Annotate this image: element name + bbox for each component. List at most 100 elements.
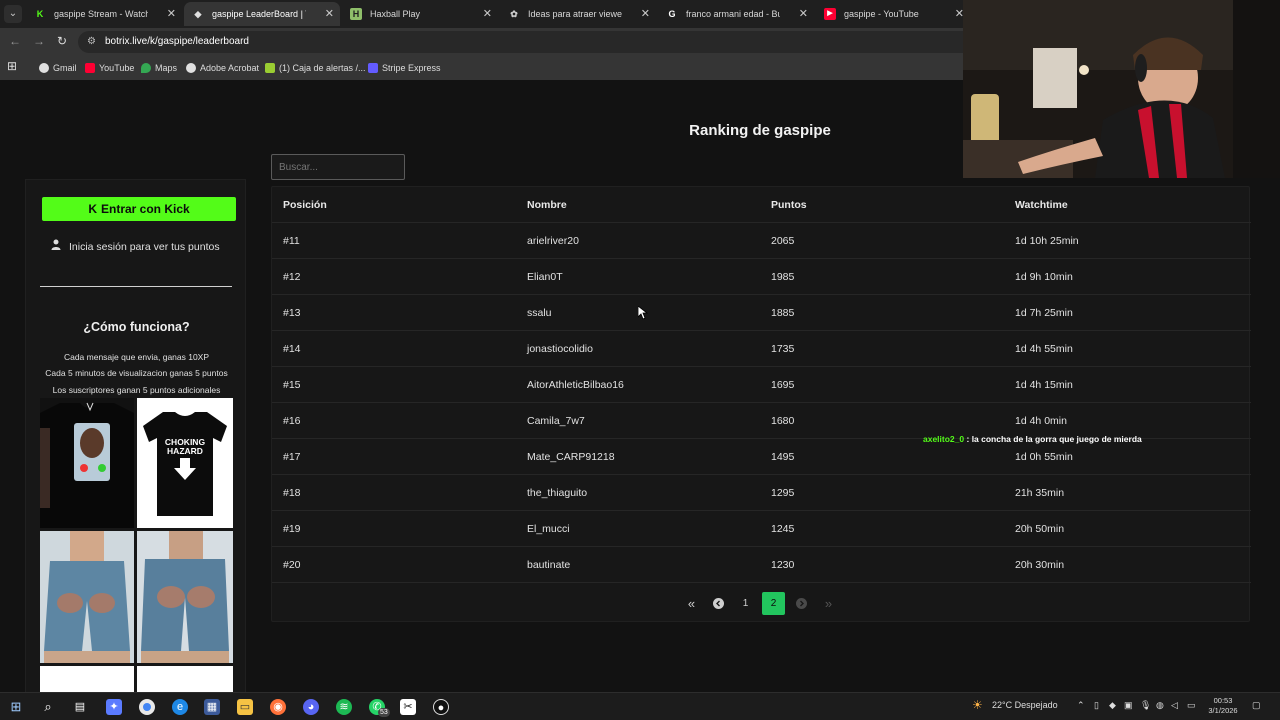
tab-google-search[interactable]: G franco armani edad - Buscar con Google… <box>658 2 814 26</box>
bookmark-stripe[interactable]: Stripe Express <box>368 61 441 75</box>
address-bar[interactable]: ⚙ botrix.live/k/gaspipe/leaderboard <box>78 31 978 53</box>
bookmark-maps[interactable]: Maps <box>141 61 177 75</box>
obs-icon[interactable]: ● <box>433 699 449 715</box>
close-tab-icon[interactable]: ✕ <box>799 2 808 26</box>
kick-icon: K <box>88 202 97 216</box>
table-row[interactable]: #20 bautinate 1230 20h 30min <box>272 547 1251 583</box>
close-tab-icon[interactable]: ✕ <box>483 2 492 26</box>
rank-cell: #20 <box>283 559 301 571</box>
back-icon[interactable]: ← <box>9 34 21 48</box>
merch-shorts-image[interactable] <box>40 531 134 663</box>
copilot-icon[interactable]: ✦ <box>106 699 122 715</box>
column-header-name[interactable]: Nombre <box>527 187 567 223</box>
last-page-icon[interactable]: » <box>817 592 840 615</box>
tab-kick-stream[interactable]: K gaspipe Stream - Watch Live on Kick ✕ <box>26 2 182 26</box>
watchtime-cell: 1d 7h 25min <box>1015 307 1073 319</box>
table-row[interactable]: #13 ssalu 1885 1d 7h 25min <box>272 295 1251 331</box>
rank-cell: #18 <box>283 487 301 499</box>
watchtime-cell: 1d 10h 25min <box>1015 235 1079 247</box>
merch-shirt-choking-hazard-image[interactable]: CHOKING HAZARD <box>137 398 233 528</box>
network-icon[interactable]: ◍ <box>1156 700 1164 711</box>
table-row[interactable]: #18 the_thiaguito 1295 21h 35min <box>272 475 1251 511</box>
battery-icon[interactable]: ▭ <box>1187 700 1196 711</box>
username-cell: ssalu <box>527 307 552 319</box>
watchtime-cell: 1d 4h 15min <box>1015 379 1073 391</box>
search-icon[interactable]: ⌕ <box>40 699 56 715</box>
points-cell: 1245 <box>771 523 795 535</box>
merch-item-image[interactable] <box>137 666 233 692</box>
page-button-2[interactable]: 2 <box>762 592 785 615</box>
firefox-icon[interactable]: ◉ <box>270 699 286 715</box>
capcut-icon[interactable]: ✂ <box>400 699 416 715</box>
prev-page-icon[interactable] <box>707 592 730 615</box>
username-cell: AitorAthleticBilbao16 <box>527 379 624 391</box>
tab-chatgpt[interactable]: ✿ Ideas para atraer viewers ✕ <box>500 2 656 26</box>
chat-message: : la concha de la gorra que juego de mie… <box>966 434 1142 444</box>
chrome-icon[interactable] <box>139 699 155 715</box>
site-info-icon[interactable]: ⚙ <box>87 31 96 53</box>
stream-chat-overlay: axelito2_0 : la concha de la gorra que j… <box>923 434 1142 444</box>
bookmark-alerts[interactable]: (1) Caja de alertas /... <box>265 61 366 75</box>
tray-app-icon[interactable]: ▯ <box>1094 700 1099 711</box>
apps-grid-icon[interactable]: ⊞ <box>7 59 17 73</box>
tab-search-menu-icon[interactable]: ⌄ <box>4 5 22 23</box>
edge-icon[interactable]: e <box>172 699 188 715</box>
forward-icon[interactable]: → <box>33 34 45 48</box>
close-tab-icon[interactable]: ✕ <box>167 2 176 26</box>
merch-shorts-back-image[interactable] <box>137 531 233 663</box>
how-it-works-line: Cada mensaje que envia, ganas 10XP <box>63 352 210 362</box>
task-view-icon[interactable]: ▤ <box>72 699 88 715</box>
tray-overflow-icon[interactable]: ⌃ <box>1077 700 1085 711</box>
how-it-works-line: Los suscriptores ganan 5 puntos adiciona… <box>52 385 221 395</box>
column-header-points[interactable]: Puntos <box>771 187 807 223</box>
table-row[interactable]: #15 AitorAthleticBilbao16 1695 1d 4h 15m… <box>272 367 1251 403</box>
microphone-icon[interactable]: 🎙 <box>1140 700 1151 711</box>
tray-app-icon[interactable]: ◆ <box>1109 700 1116 711</box>
bookmark-youtube[interactable]: YouTube <box>85 61 134 75</box>
file-explorer-icon[interactable]: ▭ <box>237 699 253 715</box>
table-row[interactable]: #17 Mate_CARP91218 1495 1d 0h 55min <box>272 439 1251 475</box>
points-cell: 1495 <box>771 451 795 463</box>
close-tab-icon[interactable]: ✕ <box>325 2 334 26</box>
login-prompt[interactable]: Inicia sesión para ver tus puntos <box>51 239 220 253</box>
bookmark-gmail[interactable]: Gmail <box>39 61 77 75</box>
discord-icon[interactable]: ◕ <box>303 699 319 715</box>
tab-haxball[interactable]: H Haxball Play ✕ <box>342 2 498 26</box>
reload-icon[interactable]: ↻ <box>57 34 67 48</box>
next-page-icon[interactable] <box>790 592 813 615</box>
points-cell: 1680 <box>771 415 795 427</box>
rank-cell: #12 <box>283 271 301 283</box>
page-button-1[interactable]: 1 <box>734 592 757 615</box>
webcam-overlay <box>963 0 1280 178</box>
kick-login-button[interactable]: K Entrar con Kick <box>42 197 236 221</box>
volume-icon[interactable]: ◁ <box>1171 700 1178 711</box>
search-input[interactable] <box>271 154 405 180</box>
close-tab-icon[interactable]: ✕ <box>641 2 650 26</box>
first-page-icon[interactable]: « <box>680 592 703 615</box>
weather-text[interactable]: 22°C Despejado <box>992 700 1058 710</box>
table-row[interactable]: #11 arielriver20 2065 1d 10h 25min <box>272 223 1251 259</box>
bookmark-acrobat[interactable]: Adobe Acrobat <box>186 61 259 75</box>
user-icon <box>51 239 61 253</box>
notifications-icon[interactable]: ▢ <box>1252 700 1261 711</box>
tab-leaderboard[interactable]: ◆ gaspipe LeaderBoard | The best ✕ <box>184 2 340 26</box>
column-header-position[interactable]: Posición <box>283 187 327 223</box>
spotify-icon[interactable]: ≋ <box>336 699 352 715</box>
merch-shirt-phone-image[interactable] <box>40 398 134 528</box>
table-row[interactable]: #19 El_mucci 1245 20h 50min <box>272 511 1251 547</box>
merch-shirt-text: HAZARD <box>167 446 203 456</box>
system-clock[interactable]: 00:53 3/1/2026 <box>1206 696 1240 716</box>
how-it-works-title: ¿Cómo funciona? <box>83 320 190 334</box>
tray-app-icon[interactable]: ▣ <box>1124 700 1133 711</box>
username-cell: the_thiaguito <box>527 487 588 499</box>
weather-icon[interactable]: ☀ <box>972 698 983 712</box>
table-row[interactable]: #14 jonastiocolidio 1735 1d 4h 55min <box>272 331 1251 367</box>
store-icon[interactable]: ▦ <box>204 699 220 715</box>
leaderboard-table: Posición Nombre Puntos Watchtime #11 ari… <box>271 186 1251 622</box>
sidebar-panel: K Entrar con Kick Inicia sesión para ver … <box>25 179 246 692</box>
column-header-watchtime[interactable]: Watchtime <box>1015 187 1068 223</box>
table-row[interactable]: #12 Elian0T 1985 1d 9h 10min <box>272 259 1251 295</box>
merch-item-image[interactable] <box>40 666 134 692</box>
tab-youtube[interactable]: ▶ gaspipe - YouTube ✕ <box>816 2 970 26</box>
windows-start-icon[interactable]: ⊞ <box>8 699 24 715</box>
